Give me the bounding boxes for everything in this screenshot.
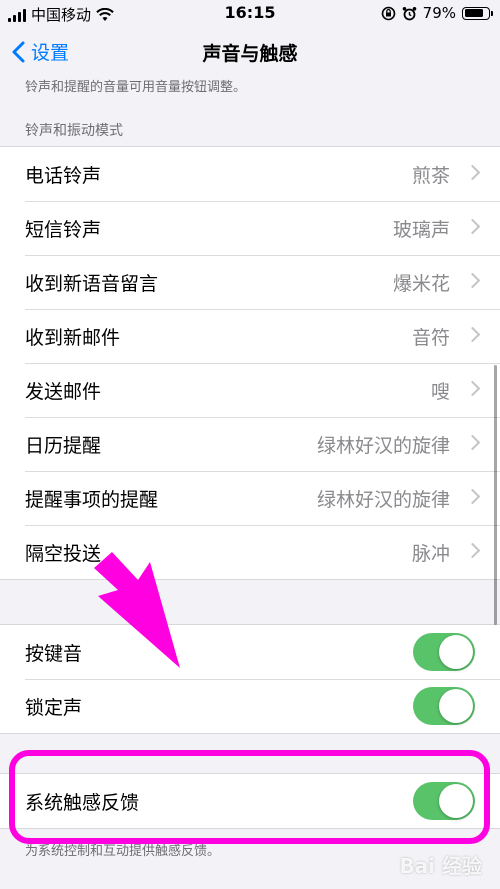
chevron-right-icon [464,218,481,235]
row-label: 提醒事项的提醒 [25,488,159,511]
volume-footer-note: 铃声和提醒的音量可用音量按钮调整。 [25,80,247,95]
list-item-keyboard-clicks: 按键音 [0,625,500,679]
row-label: 收到新邮件 [25,326,121,349]
chevron-right-icon [464,542,481,559]
ringtone-section-header: 铃声和振动模式 [25,123,123,139]
row-value: 煎茶 [411,164,450,187]
list-item-sent-mail[interactable]: 发送邮件 嗖 [0,363,500,417]
row-value: 音符 [411,326,450,349]
list-item-reminder-alerts[interactable]: 提醒事项的提醒 绿林好汉的旋律 [0,471,500,525]
chevron-right-icon [464,272,481,289]
row-label: 锁定声 [25,696,83,719]
list-item-new-voicemail[interactable]: 收到新语音留言 爆米花 [0,255,500,309]
chevron-right-icon [464,380,481,397]
keyboard-clicks-toggle[interactable] [413,633,475,671]
page-title: 声音与触感 [202,43,298,65]
list-item-lock-sound: 锁定声 [0,679,500,733]
row-value: 玻璃声 [392,218,450,241]
chevron-right-icon [464,434,481,451]
row-value: 脉冲 [411,542,450,565]
scroll-indicator [494,365,497,625]
battery-icon [462,6,493,20]
rotation-lock-icon [381,6,395,20]
row-value: 绿林好汉的旋律 [316,488,450,511]
list-item-airdrop[interactable]: 隔空投送 脉冲 [0,525,500,579]
row-value: 绿林好汉的旋律 [316,434,450,457]
chevron-right-icon [464,326,481,343]
sound-toggles-list: 按键音 锁定声 [0,624,500,734]
annotation-highlight-box [9,750,490,844]
row-label: 发送邮件 [25,380,102,403]
list-item-calendar-alerts[interactable]: 日历提醒 绿林好汉的旋律 [0,417,500,471]
row-value: 爆米花 [392,272,450,295]
list-item-text-tone[interactable]: 短信铃声 玻璃声 [0,201,500,255]
watermark: Bai 经验 [399,854,482,878]
row-label: 收到新语音留言 [25,272,159,295]
navigation-bar: 设置 声音与触感 [0,28,500,78]
chevron-right-icon [464,488,481,505]
row-label: 电话铃声 [25,164,102,187]
alarm-icon [402,6,416,20]
chevron-right-icon [464,164,481,181]
battery-percent: 79% [422,4,456,22]
row-value: 嗖 [430,380,450,403]
status-bar: 中国移动 16:15 79% [0,0,500,28]
list-item-phone-ringtone[interactable]: 电话铃声 煎茶 [0,147,500,201]
list-item-new-mail[interactable]: 收到新邮件 音符 [0,309,500,363]
row-label: 短信铃声 [25,218,102,241]
row-label: 日历提醒 [25,434,102,457]
annotation-arrow-icon [94,552,180,668]
ringtone-list: 电话铃声 煎茶 短信铃声 玻璃声 收到新语音留言 爆米花 收到新邮件 音符 发送… [0,146,500,580]
lock-sound-toggle[interactable] [413,687,475,725]
row-label: 按键音 [25,642,83,665]
